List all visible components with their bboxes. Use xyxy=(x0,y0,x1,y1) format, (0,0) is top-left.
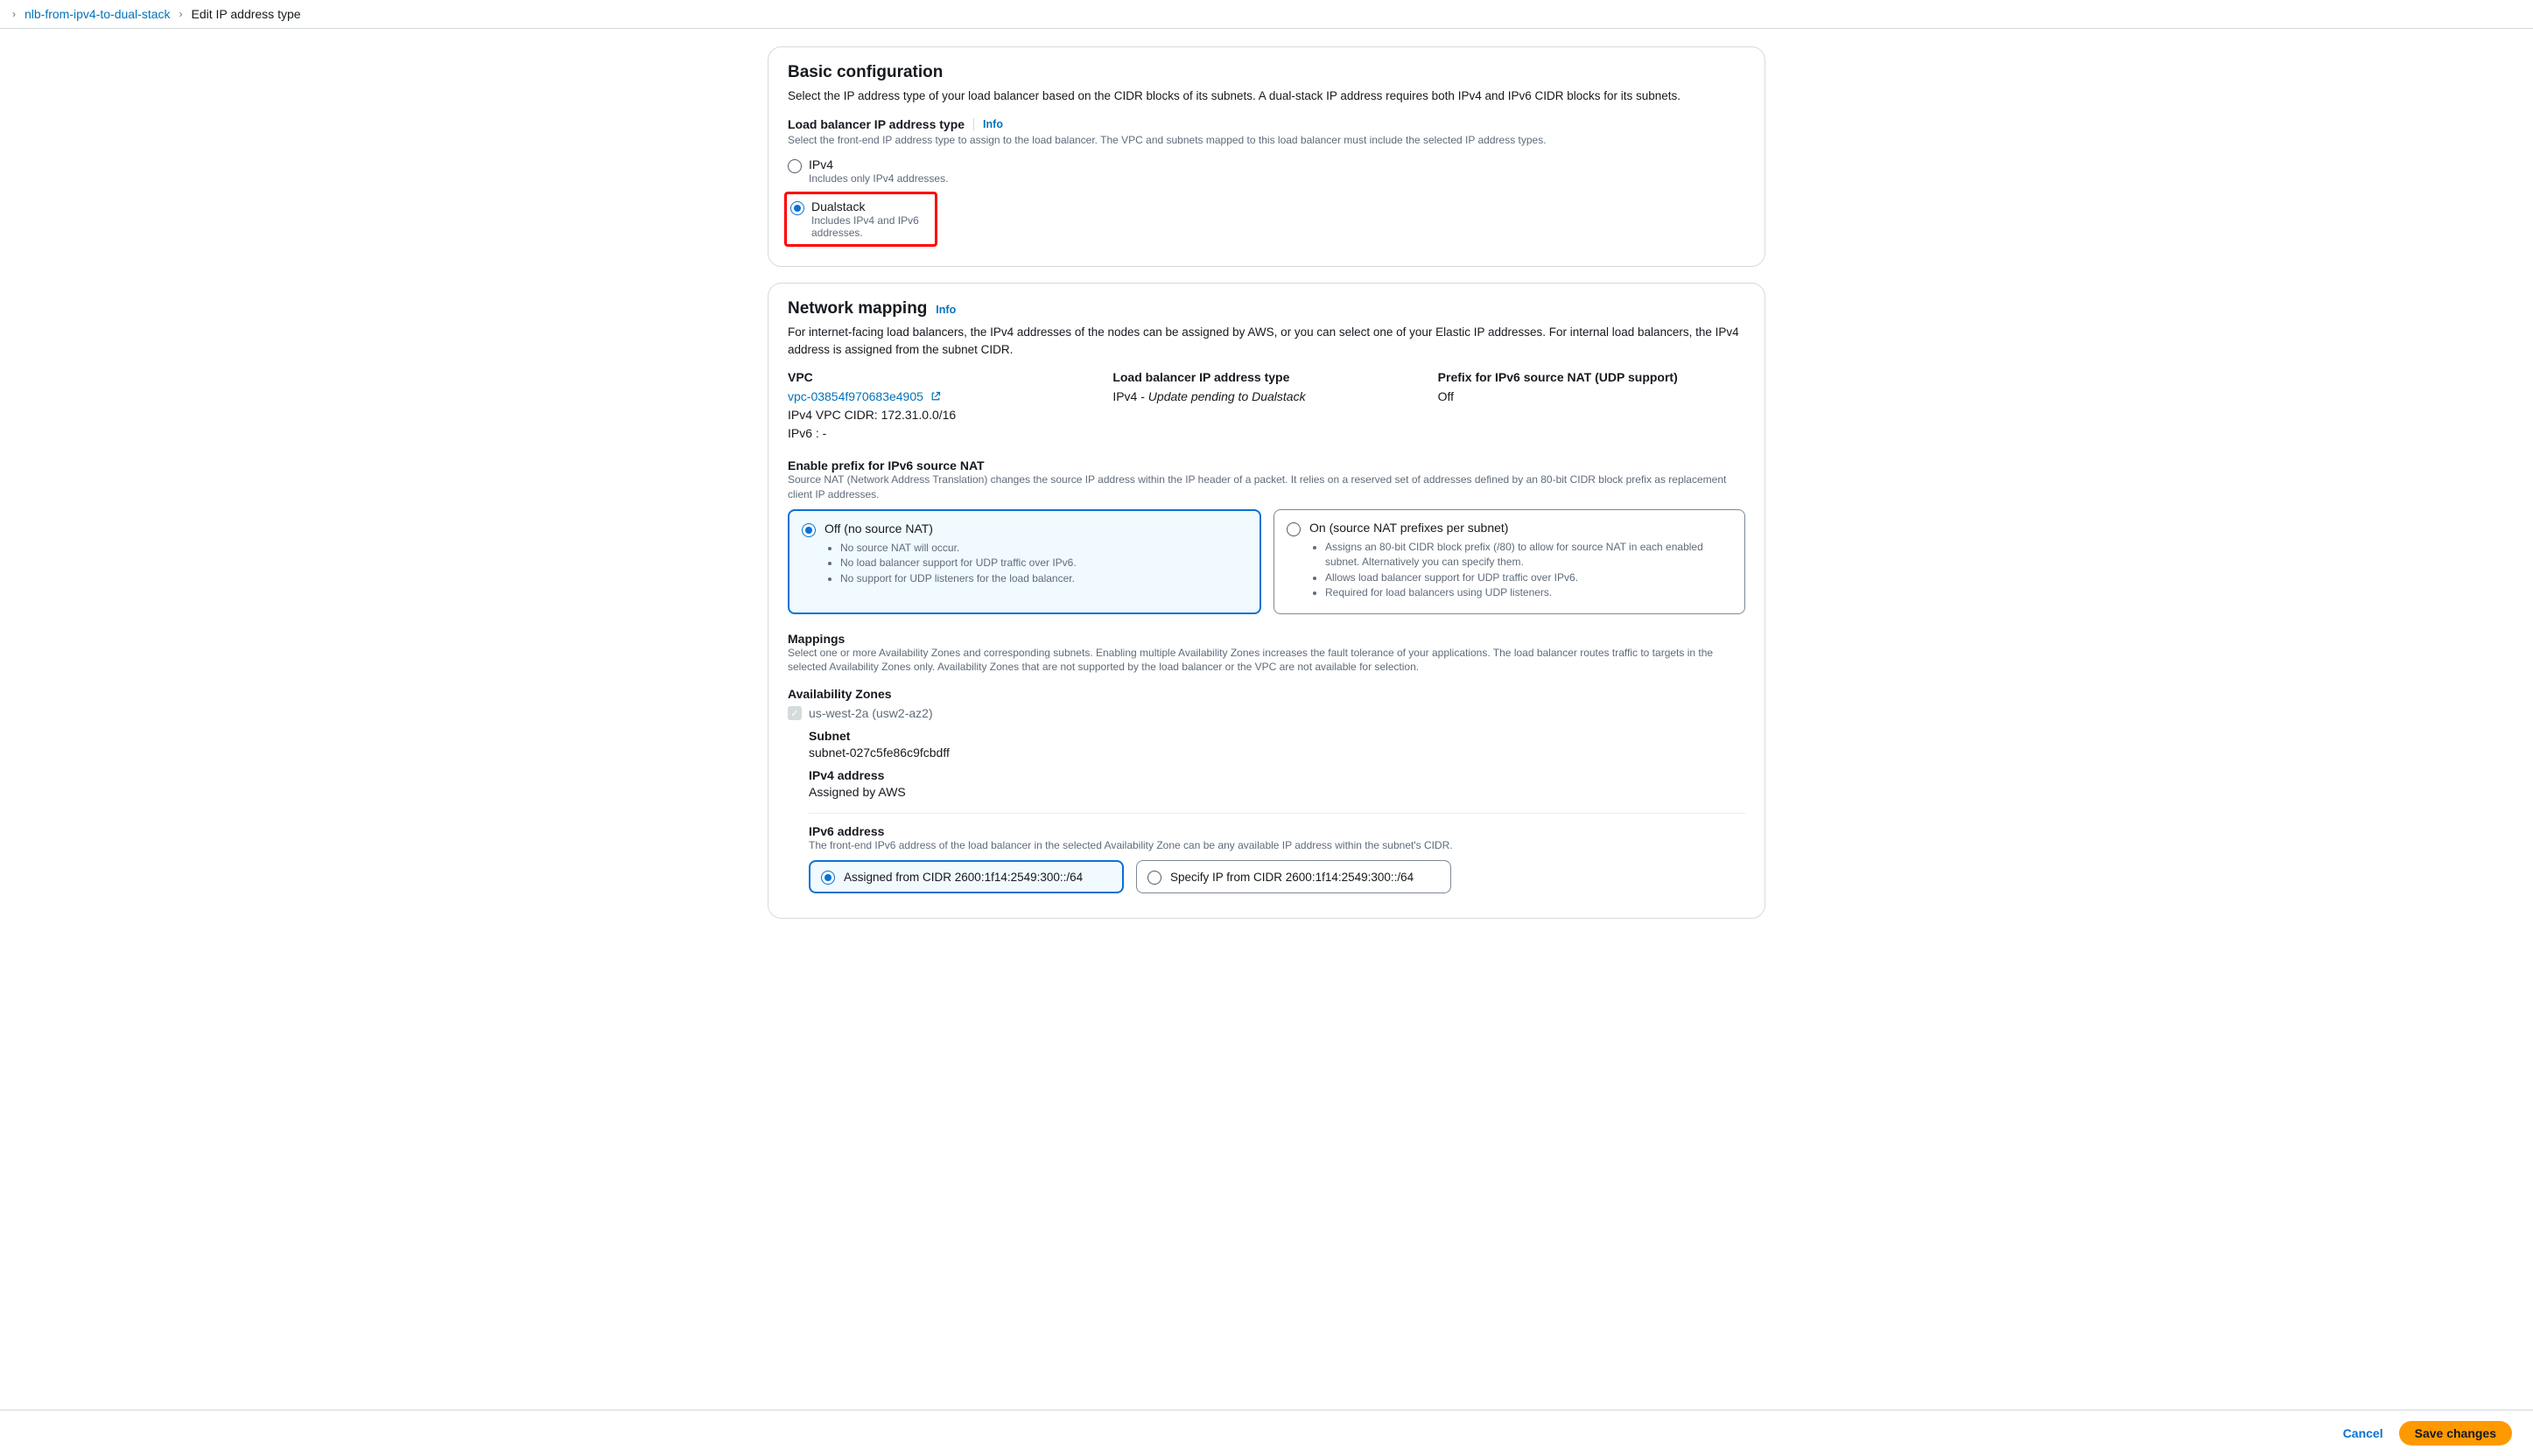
chevron-right-icon: › xyxy=(179,8,183,20)
tile-on-title: On (source NAT prefixes per subnet) xyxy=(1309,521,1732,535)
breadcrumb-current: Edit IP address type xyxy=(192,7,301,21)
az-checkbox-row[interactable]: ✓ us-west-2a (usw2-az2) xyxy=(788,706,1745,720)
tile-on-source-nat[interactable]: On (source NAT prefixes per subnet) Assi… xyxy=(1274,509,1745,614)
ip-type-helper: Select the front-end IP address type to … xyxy=(788,133,1745,148)
vpc-ipv6: IPv6 : - xyxy=(788,424,1095,443)
tile-ipv6-assigned[interactable]: Assigned from CIDR 2600:1f14:2549:300::/… xyxy=(809,860,1124,893)
radio-ipv4-label: IPv4 xyxy=(809,158,948,172)
chevron-right-icon: › xyxy=(12,8,16,20)
network-mapping-desc: For internet-facing load balancers, the … xyxy=(788,324,1745,358)
breadcrumb-parent[interactable]: nlb-from-ipv4-to-dual-stack xyxy=(25,7,171,21)
mappings-helper: Select one or more Availability Zones an… xyxy=(788,646,1745,676)
breadcrumb: › nlb-from-ipv4-to-dual-stack › Edit IP … xyxy=(0,0,2533,29)
az-label: Availability Zones xyxy=(788,687,1745,701)
cancel-button[interactable]: Cancel xyxy=(2327,1421,2399,1446)
info-link[interactable]: Info xyxy=(936,304,956,316)
radio-dualstack-label: Dualstack xyxy=(811,200,930,214)
subnet-label: Subnet xyxy=(809,729,1745,743)
save-button[interactable]: Save changes xyxy=(2399,1421,2512,1446)
divider xyxy=(809,813,1745,814)
radio-ipv4-sub: Includes only IPv4 addresses. xyxy=(809,172,948,185)
vpc-block: VPC vpc-03854f970683e4905 IPv4 VPC CIDR:… xyxy=(788,370,1095,443)
radio-dualstack[interactable]: Dualstack Includes IPv4 and IPv6 address… xyxy=(784,192,937,247)
ip-type-block-label: Load balancer IP address type xyxy=(1112,370,1420,384)
external-link-icon xyxy=(930,388,941,399)
tile-ipv6-specify[interactable]: Specify IP from CIDR 2600:1f14:2549:300:… xyxy=(1136,860,1451,893)
footer-bar: Cancel Save changes xyxy=(0,1410,2533,1456)
radio-icon xyxy=(802,523,816,537)
radio-icon xyxy=(790,201,804,215)
basic-config-title: Basic configuration xyxy=(788,63,1745,82)
subnet-value: subnet-027c5fe86c9fcbdff xyxy=(809,746,1745,760)
source-nat-label: Enable prefix for IPv6 source NAT xyxy=(788,458,1745,472)
tile-ipv6-specify-title: Specify IP from CIDR 2600:1f14:2549:300:… xyxy=(1170,871,1414,884)
checkbox-checked-disabled-icon: ✓ xyxy=(788,706,802,720)
tile-ipv6-assigned-title: Assigned from CIDR 2600:1f14:2549:300::/… xyxy=(844,871,1083,884)
network-mapping-title: Network mapping xyxy=(788,299,927,318)
source-nat-helper: Source NAT (Network Address Translation)… xyxy=(788,472,1745,502)
ip-type-value-pending: Update pending to Dualstack xyxy=(1148,389,1306,403)
radio-icon xyxy=(1287,522,1301,536)
ipv4-address-label: IPv4 address xyxy=(809,768,1745,782)
info-link[interactable]: Info xyxy=(983,118,1003,130)
vpc-ipv4-cidr: IPv4 VPC CIDR: 172.31.0.0/16 xyxy=(788,406,1095,424)
radio-dualstack-sub: Includes IPv4 and IPv6 addresses. xyxy=(811,214,930,239)
radio-icon xyxy=(788,159,802,173)
radio-ipv4[interactable]: IPv4 Includes only IPv4 addresses. xyxy=(788,156,1745,186)
ipv6-address-label: IPv6 address xyxy=(809,824,1745,838)
vpc-label: VPC xyxy=(788,370,1095,384)
prefix-nat-block: Prefix for IPv6 source NAT (UDP support)… xyxy=(1438,370,1745,443)
tile-on-bullets: Assigns an 80-bit CIDR block prefix (/80… xyxy=(1309,540,1732,601)
divider xyxy=(973,118,974,130)
radio-icon xyxy=(821,871,835,885)
radio-icon xyxy=(1147,871,1161,885)
vpc-link[interactable]: vpc-03854f970683e4905 xyxy=(788,389,923,403)
ip-type-value-prefix: IPv4 - xyxy=(1112,389,1147,403)
prefix-nat-value: Off xyxy=(1438,388,1745,406)
basic-config-desc: Select the IP address type of your load … xyxy=(788,88,1745,105)
prefix-nat-label: Prefix for IPv6 source NAT (UDP support) xyxy=(1438,370,1745,384)
az-name: us-west-2a (usw2-az2) xyxy=(809,706,933,720)
ipv4-address-value: Assigned by AWS xyxy=(809,785,1745,799)
network-mapping-panel: Network mapping Info For internet-facing… xyxy=(768,283,1765,919)
mappings-label: Mappings xyxy=(788,632,1745,646)
tile-off-title: Off (no source NAT) xyxy=(824,522,1247,536)
ip-type-block: Load balancer IP address type IPv4 - Upd… xyxy=(1112,370,1420,443)
basic-config-panel: Basic configuration Select the IP addres… xyxy=(768,46,1765,267)
ip-type-label: Load balancer IP address type xyxy=(788,117,965,131)
tile-off-bullets: No source NAT will occur. No load balanc… xyxy=(824,541,1247,586)
ipv6-address-helper: The front-end IPv6 address of the load b… xyxy=(809,838,1745,853)
tile-off-source-nat[interactable]: Off (no source NAT) No source NAT will o… xyxy=(788,509,1261,614)
